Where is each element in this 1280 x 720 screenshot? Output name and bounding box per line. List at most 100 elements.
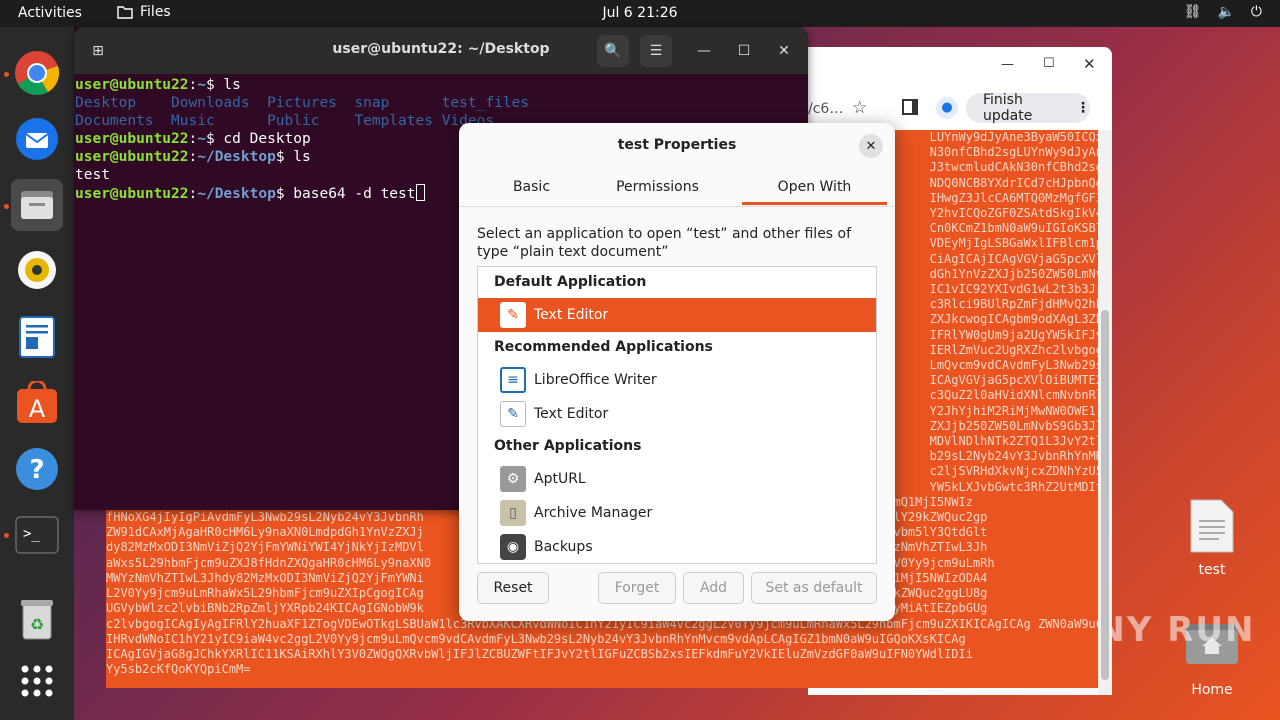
close-button[interactable]: ✕	[768, 35, 800, 67]
terminal-line: Desktop Downloads Pictures snap test_fil…	[75, 94, 808, 112]
command-text: $ ls	[275, 149, 311, 165]
dock: A ? >_ ♻	[0, 27, 74, 720]
prompt-path: ~	[197, 131, 206, 147]
add-button[interactable]: Add	[683, 572, 744, 604]
hamburger-menu-icon[interactable]: ☰	[640, 35, 672, 67]
close-button[interactable]: ✕	[1083, 55, 1096, 73]
base64-line: Yy5sb2cKfQoKYQpiCmM=	[106, 662, 1098, 678]
volume-icon: 🔈	[1217, 4, 1235, 20]
directory-entry: Templates	[354, 113, 442, 129]
maximize-button[interactable]: ☐	[1043, 56, 1055, 71]
directory-entry: snap	[354, 95, 442, 111]
show-apps-icon[interactable]	[13, 657, 61, 705]
desktop-home-label: Home	[1191, 682, 1233, 698]
section-recommended: Recommended Applications	[494, 339, 713, 355]
tab-open-with[interactable]: Open With	[742, 179, 887, 205]
terminal-line: user@ubuntu22:~$ ls	[75, 77, 241, 93]
tab-basic[interactable]: Basic	[459, 179, 604, 195]
top-bar: Activities Files Jul 6 21:26 ⛓ 🔈 ⏻	[0, 0, 1280, 27]
tab-permissions[interactable]: Permissions	[585, 179, 730, 195]
directory-entry: test_files	[441, 95, 529, 111]
files-icon[interactable]	[11, 179, 63, 231]
application-list: Default Application ✎ Text Editor Recomm…	[477, 266, 877, 564]
profile-avatar-icon[interactable]: ●	[936, 97, 958, 119]
dialog-description: Select an application to open “test” and…	[477, 226, 852, 260]
backups-icon: ◉	[500, 534, 526, 560]
svg-text:A: A	[29, 395, 46, 423]
command-text: $ base64 -d test	[275, 186, 416, 202]
list-item[interactable]: ▯ Archive Manager	[478, 496, 876, 530]
running-indicator	[4, 533, 9, 538]
app-label: Text Editor	[534, 307, 609, 323]
prompt-user: user@ubuntu22	[75, 186, 189, 202]
url-fragment[interactable]: /c6…	[808, 101, 843, 117]
minimize-button[interactable]: —	[1001, 57, 1014, 72]
prompt-path: ~	[197, 77, 206, 93]
svg-text:♻: ♻	[30, 615, 44, 634]
directory-entry: Documents	[75, 113, 172, 129]
directory-entry: Public	[267, 113, 355, 129]
text-file-icon	[1190, 499, 1234, 553]
list-item[interactable]: ≡ LibreOffice Writer	[478, 363, 876, 397]
prompt-user: user@ubuntu22	[75, 149, 189, 165]
dialog-header: test Properties ✕	[459, 123, 895, 168]
command-text: $ cd Desktop	[205, 131, 311, 147]
terminal-icon[interactable]: >_	[13, 511, 61, 559]
directory-entry: Downloads	[171, 95, 268, 111]
archive-icon: ▯	[500, 500, 526, 526]
app-label: Backups	[534, 539, 593, 555]
list-item[interactable]: ✎ Text Editor	[478, 298, 876, 332]
system-tray[interactable]: ⛓ 🔈 ⏻	[1184, 4, 1262, 20]
thunderbird-icon[interactable]	[13, 115, 61, 163]
prompt-path: ~/Desktop	[197, 149, 276, 165]
text-editor-icon: ✎	[500, 302, 526, 328]
trash-icon[interactable]: ♻	[13, 595, 61, 643]
network-icon: ⛓	[1183, 4, 1202, 20]
scrollbar-thumb[interactable]	[1101, 310, 1109, 680]
prompt-path: ~/Desktop	[197, 186, 276, 202]
command-output: test	[75, 167, 110, 183]
section-default: Default Application	[494, 274, 647, 290]
bookmark-star-icon[interactable]: ☆	[852, 98, 867, 118]
side-panel-icon[interactable]	[902, 99, 918, 115]
help-icon[interactable]: ?	[13, 445, 61, 493]
finish-update-button[interactable]: Finish update ⋮	[966, 92, 1090, 124]
minimize-button[interactable]: —	[688, 35, 720, 67]
forget-button[interactable]: Forget	[598, 572, 676, 604]
browser-titlebar: — ☐ ✕	[808, 47, 1112, 86]
list-item[interactable]: ◉ Backups	[478, 530, 876, 563]
list-item[interactable]: ⚙ AptURL	[478, 462, 876, 496]
command-text: $ ls	[205, 77, 241, 93]
search-icon[interactable]: 🔍	[597, 35, 629, 67]
svg-text:?: ?	[29, 455, 44, 485]
rhythmbox-icon[interactable]	[13, 246, 61, 294]
list-item[interactable]: ✎ Text Editor	[478, 397, 876, 431]
kebab-menu-icon: ⋮	[1076, 100, 1090, 116]
text-cursor	[415, 184, 425, 201]
directory-entry: Music	[171, 113, 268, 129]
base64-line: IHRvdWNoIC1hY21yIC9iaW4vc2ggL2V0Yy9jcm9u…	[106, 631, 966, 646]
maximize-button[interactable]: ☐	[728, 35, 760, 67]
app-center-icon[interactable]: A	[13, 379, 61, 427]
finish-update-label: Finish update	[983, 92, 1033, 124]
dialog-title: test Properties	[617, 137, 737, 153]
clock[interactable]: Jul 6 21:26	[0, 5, 1280, 21]
libreoffice-writer-icon[interactable]	[13, 313, 61, 361]
app-label: LibreOffice Writer	[534, 372, 657, 388]
close-icon[interactable]: ✕	[859, 134, 883, 158]
section-other: Other Applications	[494, 438, 642, 454]
chrome-icon[interactable]	[13, 49, 61, 97]
desktop-file-label: test	[1198, 562, 1226, 578]
running-indicator	[4, 204, 9, 209]
dialog-tabs: Basic Permissions Open With	[459, 171, 895, 207]
desktop-file-test[interactable]: test	[1180, 498, 1244, 578]
prompt-user: user@ubuntu22	[75, 131, 189, 147]
terminal-titlebar: ⊞ user@ubuntu22: ~/Desktop 🔍 ☰ — ☐ ✕	[74, 27, 808, 74]
libreoffice-writer-icon: ≡	[500, 367, 526, 393]
base64-line: ICAgIGVjaG8gJChkYXRlIC11KSAiRXhlY3V0ZWQg…	[106, 646, 973, 661]
directory-entry: Desktop	[75, 95, 172, 111]
gear-icon: ⚙	[500, 466, 526, 492]
set-default-button[interactable]: Set as default	[751, 572, 877, 604]
scrollbar[interactable]	[1098, 130, 1112, 695]
reset-button[interactable]: Reset	[477, 572, 549, 604]
